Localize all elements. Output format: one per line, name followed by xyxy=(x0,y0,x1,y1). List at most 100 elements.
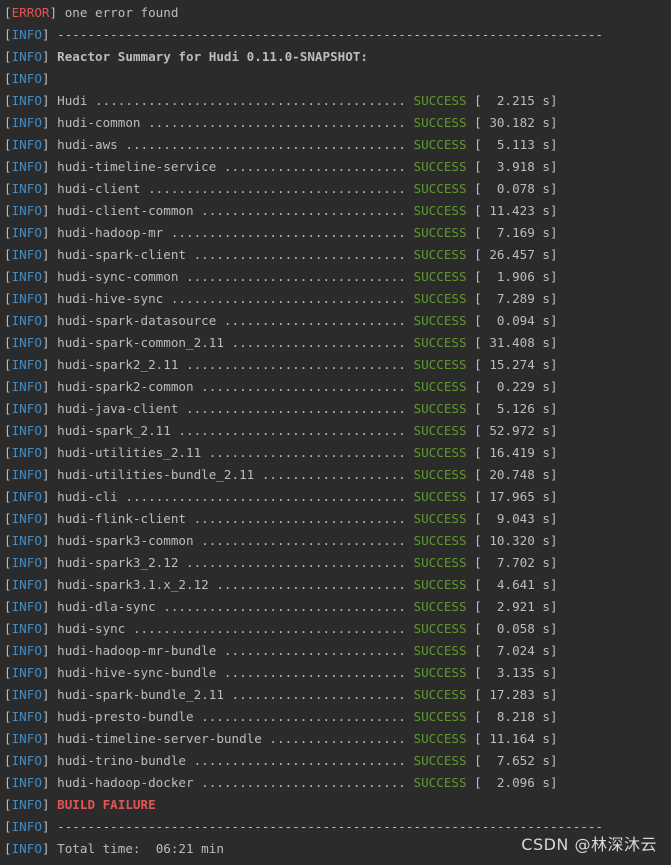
time-close: s] xyxy=(534,533,558,548)
log-level: INFO xyxy=(11,27,42,42)
time-close: s] xyxy=(534,115,558,130)
module-time: 1.906 xyxy=(496,269,535,284)
module-row: [INFO] hudi-spark3.1.x_2.12 ............… xyxy=(4,574,671,596)
bracket-close: ] xyxy=(41,511,58,526)
module-time: 7.289 xyxy=(496,291,535,306)
bracket-close: ] xyxy=(41,159,58,174)
module-time: 2.921 xyxy=(496,599,535,614)
summary-title-line: [INFO] Reactor Summary for Hudi 0.11.0-S… xyxy=(4,46,671,68)
time-close: s] xyxy=(534,423,558,438)
bracket-open: [ xyxy=(4,489,12,504)
time-close: s] xyxy=(534,731,558,746)
time-open: [ xyxy=(466,511,497,526)
module-row: [INFO] hudi-presto-bundle ..............… xyxy=(4,706,671,728)
total-time-value: 06:21 min xyxy=(155,841,224,856)
bracket-open: [ xyxy=(4,401,12,416)
bracket-close: ] xyxy=(41,203,58,218)
time-open: [ xyxy=(466,445,490,460)
module-time: 30.182 xyxy=(489,115,535,130)
module-time: 9.043 xyxy=(496,511,535,526)
time-close: s] xyxy=(534,401,558,416)
time-open: [ xyxy=(466,533,490,548)
status-success: SUCCESS xyxy=(413,313,467,328)
module-row: [INFO] hudi-hadoop-mr-bundle ...........… xyxy=(4,640,671,662)
time-open: [ xyxy=(466,225,497,240)
time-open: [ xyxy=(466,357,490,372)
dot-leader: ........................... xyxy=(193,379,414,394)
module-row: [INFO] hudi-client .....................… xyxy=(4,178,671,200)
dot-leader: .................................... xyxy=(125,621,414,636)
time-close: s] xyxy=(534,445,558,460)
empty-info-line: [INFO] xyxy=(4,68,671,90)
module-row: [INFO] hudi-java-client ................… xyxy=(4,398,671,420)
module-name: hudi-trino-bundle xyxy=(57,753,187,768)
bracket-close: ] xyxy=(41,467,58,482)
bracket-open: [ xyxy=(4,423,12,438)
status-success: SUCCESS xyxy=(413,753,467,768)
log-level: INFO xyxy=(11,71,42,86)
log-level: INFO xyxy=(11,511,42,526)
module-time: 26.457 xyxy=(489,247,535,262)
module-time: 8.218 xyxy=(496,709,535,724)
module-row: [INFO] hudi-hadoop-docker ..............… xyxy=(4,772,671,794)
module-time: 0.058 xyxy=(496,621,535,636)
module-name: hudi-spark3-common xyxy=(57,533,194,548)
dot-leader: ........................... xyxy=(193,203,414,218)
time-close: s] xyxy=(534,687,558,702)
module-row: [INFO] hudi-utilities-bundle_2.11 ......… xyxy=(4,464,671,486)
status-success: SUCCESS xyxy=(413,665,467,680)
time-open: [ xyxy=(466,115,490,130)
module-time: 5.126 xyxy=(496,401,535,416)
console-output[interactable]: [ERROR] one error found [INFO] ----------… xyxy=(4,2,671,860)
bracket-open: [ xyxy=(4,753,12,768)
dot-leader: ............................ xyxy=(186,511,414,526)
time-open: [ xyxy=(466,643,497,658)
bracket-close: ] xyxy=(41,819,58,834)
module-row: [INFO] hudi-flink-client ...............… xyxy=(4,508,671,530)
status-success: SUCCESS xyxy=(413,489,467,504)
status-success: SUCCESS xyxy=(413,291,467,306)
time-open: [ xyxy=(466,489,490,504)
bracket-open: [ xyxy=(4,643,12,658)
log-level: INFO xyxy=(11,115,42,130)
module-time: 17.965 xyxy=(489,489,535,504)
bracket-close: ] xyxy=(41,335,58,350)
module-time: 11.423 xyxy=(489,203,535,218)
dot-leader: ............................... xyxy=(163,291,414,306)
bracket-close: ] xyxy=(41,269,58,284)
bracket-close: ] xyxy=(41,621,58,636)
time-close: s] xyxy=(534,709,558,724)
status-success: SUCCESS xyxy=(413,115,467,130)
module-name: hudi-aws xyxy=(57,137,118,152)
module-row: [INFO] hudi-client-common ..............… xyxy=(4,200,671,222)
log-level: INFO xyxy=(11,665,42,680)
module-row: [INFO] hudi-trino-bundle ...............… xyxy=(4,750,671,772)
module-time: 5.113 xyxy=(496,137,535,152)
time-close: s] xyxy=(534,357,558,372)
status-success: SUCCESS xyxy=(413,269,467,284)
log-level: INFO xyxy=(11,533,42,548)
error-line: [ERROR] one error found xyxy=(4,2,671,24)
log-level: INFO xyxy=(11,775,42,790)
bracket-close: ] xyxy=(41,181,58,196)
log-level: INFO xyxy=(11,159,42,174)
module-time: 2.215 xyxy=(496,93,535,108)
bracket-close: ] xyxy=(41,533,58,548)
time-open: [ xyxy=(466,93,497,108)
module-time: 7.024 xyxy=(496,643,535,658)
dot-leader: ............................ xyxy=(186,753,414,768)
time-open: [ xyxy=(466,665,497,680)
log-level: INFO xyxy=(11,335,42,350)
bracket-open: [ xyxy=(4,599,12,614)
bracket-open: [ xyxy=(4,797,12,812)
time-open: [ xyxy=(466,577,497,592)
status-success: SUCCESS xyxy=(413,423,467,438)
bracket-open: [ xyxy=(4,819,12,834)
time-open: [ xyxy=(466,247,490,262)
time-close: s] xyxy=(534,159,558,174)
dot-leader: ................................ xyxy=(155,599,414,614)
module-row: [INFO] hudi-dla-sync ...................… xyxy=(4,596,671,618)
module-row: [INFO] hudi-hadoop-mr ..................… xyxy=(4,222,671,244)
log-level: INFO xyxy=(11,357,42,372)
status-success: SUCCESS xyxy=(413,511,467,526)
